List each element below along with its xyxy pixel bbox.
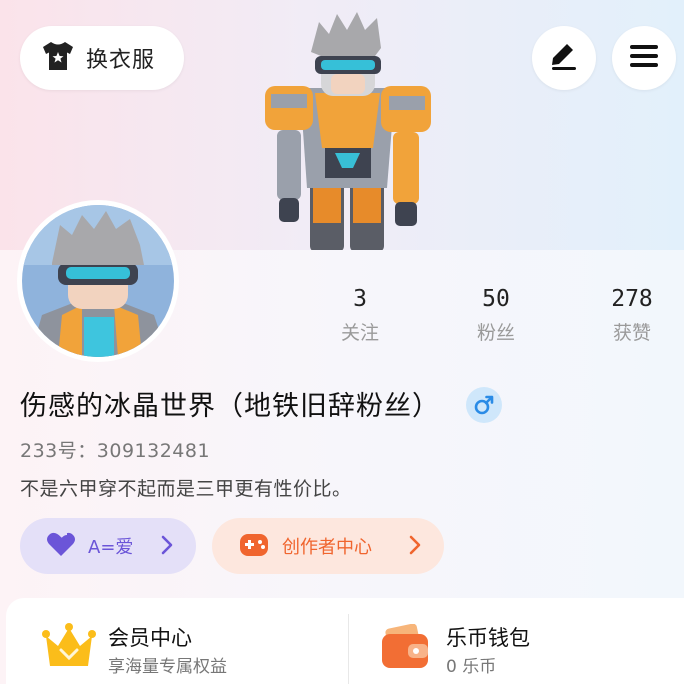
creator-center-label: 创作者中心 [282,537,372,558]
following-count: 3 [353,286,367,312]
gamepad-icon [238,530,270,562]
menu-button[interactable] [612,26,676,90]
heart-icon [46,531,76,561]
likes-count: 278 [611,286,653,312]
love-tag-button[interactable]: A=爱 [20,518,196,574]
edit-profile-button[interactable] [532,26,596,90]
followers-label: 粉丝 [476,322,515,344]
wallet-title: 乐币钱包 [446,626,530,650]
vip-center-title: 会员中心 [108,626,192,650]
user-bio: 不是六甲穿不起而是三甲更有性价比。 [20,478,352,500]
likes-label: 获赞 [612,322,651,344]
tshirt-icon [40,40,76,76]
avatar[interactable] [17,200,179,362]
hamburger-menu-icon [628,43,660,73]
crown-icon [42,622,96,676]
wallet-balance: 0 乐币 [446,657,497,677]
following-label: 关注 [340,322,379,344]
vip-center-card[interactable]: 会员中心 享海量专属权益 [20,610,340,684]
stat-followers[interactable]: 50 粉丝 [446,286,546,345]
male-icon [466,387,502,423]
change-outfit-label: 换衣服 [86,48,156,73]
pencil-icon [548,41,580,75]
stat-following[interactable]: 3 关注 [310,286,410,345]
creator-center-button[interactable]: 创作者中心 [212,518,444,574]
card-divider [348,614,349,684]
user-id: 233号：309132481 [20,440,211,462]
love-tag-label: A=爱 [88,537,134,558]
username: 伤感的冰晶世界（地铁旧辞粉丝） [20,391,440,422]
stat-likes[interactable]: 278 获赞 [582,286,682,345]
followers-count: 50 [482,286,510,312]
chevron-right-icon [160,534,174,560]
vip-center-subtitle: 享海量专属权益 [108,657,227,677]
wallet-icon [380,623,430,676]
chevron-right-icon [408,534,422,560]
wallet-card[interactable]: 乐币钱包 0 乐币 [360,610,680,684]
3d-character-avatar[interactable] [255,8,440,252]
change-outfit-button[interactable]: 换衣服 [20,26,184,90]
